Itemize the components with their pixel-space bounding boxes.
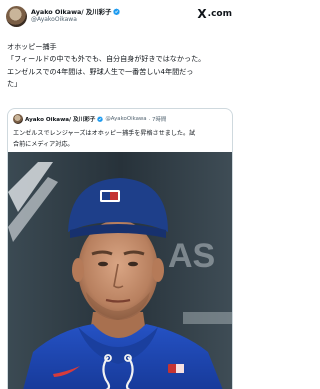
media-photo[interactable]: AS bbox=[8, 152, 232, 389]
quoted-post[interactable]: Ayako Oikawa/ 及川彩子 @AyakoOikawa · 7時間 エン… bbox=[7, 108, 233, 389]
author-name-row[interactable]: Ayako Oikawa/ 及川彩子 bbox=[31, 7, 121, 16]
quoted-author-handle: @AyakoOikawa bbox=[105, 116, 147, 122]
x-logo-mark: X bbox=[197, 7, 207, 21]
quoted-author-avatar bbox=[13, 114, 23, 124]
post-text-line: エンゼルスでの4年間は、野球人生で一番苦しい4年間だっ bbox=[7, 66, 194, 76]
post-text-line: 「フィールドの中でも外でも、自分自身が好きではなかった。 bbox=[7, 54, 206, 64]
quoted-text-line: 合前にメディア対応。 bbox=[13, 140, 74, 148]
x-logo-icon[interactable]: X .com bbox=[197, 8, 232, 20]
author-display-name[interactable]: Ayako Oikawa/ 及川彩子 bbox=[31, 7, 111, 16]
quoted-post-time: · 7時間 bbox=[148, 117, 167, 123]
quoted-text-line: エンゼルスでレンジャーズはオホッピー捕手を昇格させました。試 bbox=[13, 130, 196, 137]
verified-badge-icon bbox=[97, 116, 104, 122]
player-photo-illustration: AS bbox=[8, 152, 232, 389]
author-handle[interactable]: @AyakoOikawa bbox=[31, 16, 77, 23]
post-text: オホッピー捕手 「フィールドの中でも外でも、自分自身が好きではなかった。 エンゼ… bbox=[7, 41, 235, 90]
svg-text:AS: AS bbox=[168, 237, 215, 275]
post-text-line: オホッピー捕手 bbox=[7, 42, 57, 51]
verified-badge-icon bbox=[113, 8, 121, 15]
quoted-post-text: エンゼルスでレンジャーズはオホッピー捕手を昇格させました。試 合前にメディア対応… bbox=[13, 129, 228, 150]
post-text-line: た」 bbox=[7, 78, 22, 88]
post-header: Ayako Oikawa/ 及川彩子 @AyakoOikawa X .com bbox=[0, 0, 240, 32]
quoted-author-name: Ayako Oikawa/ 及川彩子 bbox=[25, 117, 96, 123]
quoted-post-header: Ayako Oikawa/ 及川彩子 @AyakoOikawa · 7時間 bbox=[13, 114, 166, 124]
x-logo-domain: .com bbox=[207, 8, 232, 19]
author-avatar[interactable] bbox=[6, 6, 27, 27]
